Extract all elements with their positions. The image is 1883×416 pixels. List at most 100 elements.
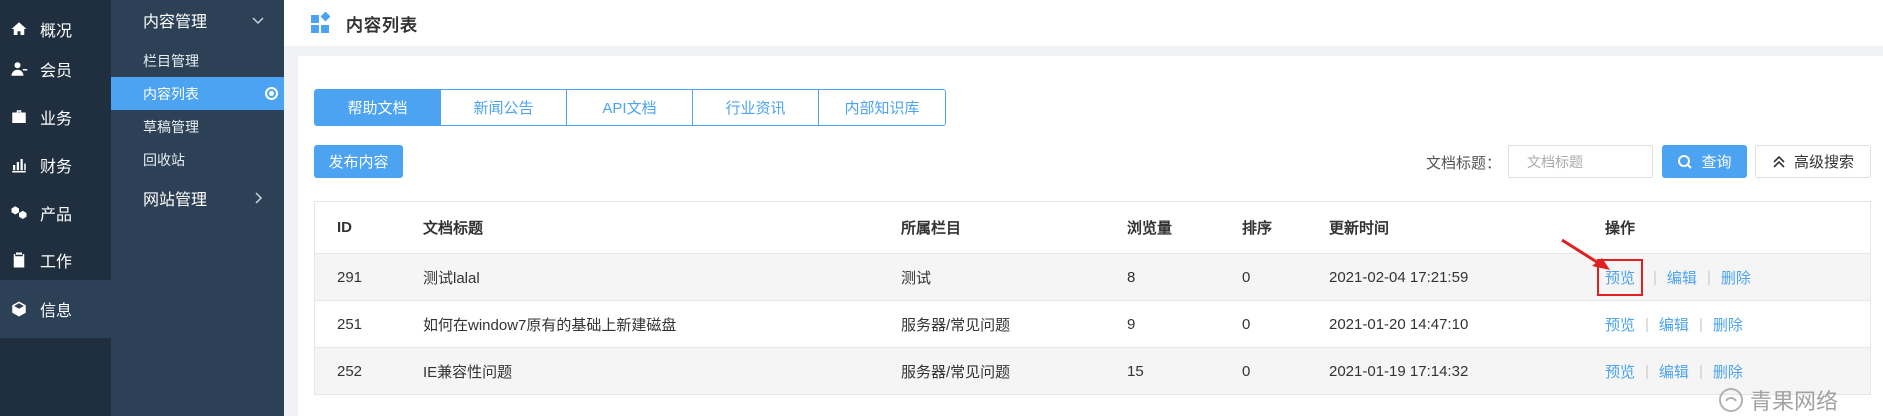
- main-nav-info[interactable]: 信息: [0, 280, 111, 338]
- op-separator: |: [1698, 315, 1703, 333]
- tab-industry-news[interactable]: 行业资讯: [693, 90, 819, 125]
- watermark: 青果网络: [1718, 384, 1838, 416]
- cell-views: 8: [1127, 268, 1136, 286]
- edit-link[interactable]: 编辑: [1659, 361, 1689, 382]
- main-nav-label: 概况: [40, 23, 73, 40]
- cell-title: IE兼容性问题: [423, 363, 513, 381]
- advanced-search-label: 高级搜索: [1793, 154, 1854, 171]
- finance-chart-icon: [12, 159, 26, 173]
- column-header-updated: 更新时间: [1329, 220, 1390, 237]
- cell-updated: 2021-02-04 17:21:59: [1329, 268, 1469, 286]
- home-icon: [11, 22, 27, 35]
- query-button[interactable]: 查询: [1662, 145, 1747, 178]
- column-header-sort: 排序: [1242, 220, 1273, 237]
- title-search-input[interactable]: [1508, 145, 1653, 178]
- sub-nav-item-label: 草稿管理: [143, 118, 199, 135]
- delete-link[interactable]: 删除: [1721, 267, 1751, 288]
- cell-id: 291: [337, 268, 363, 286]
- double-chevron-up-icon: [1773, 155, 1785, 168]
- main-nav-label: 工作: [40, 254, 73, 271]
- cell-category: 测试: [901, 269, 932, 287]
- op-separator: |: [1645, 315, 1649, 333]
- watermark-text: 青果网络: [1750, 389, 1839, 414]
- content-card: 帮助文档 新闻公告 API文档 行业资讯 内部知识库 发布内容 文档标题： 查询…: [298, 56, 1883, 416]
- sub-nav-item-content-list[interactable]: 内容列表: [111, 77, 284, 110]
- sub-nav-item-label: 栏目管理: [143, 52, 199, 69]
- box-icon: [12, 301, 26, 317]
- tab-internal-kb[interactable]: 内部知识库: [819, 90, 945, 125]
- chevron-down-icon: [252, 17, 264, 25]
- chevron-right-icon: [255, 192, 263, 204]
- sub-nav-item-columns[interactable]: 栏目管理: [111, 44, 284, 77]
- query-button-label: 查询: [1701, 154, 1732, 171]
- sub-sidebar: 内容管理 栏目管理 内容列表 草稿管理 回收站 网站管理: [111, 0, 284, 416]
- cell-sort: 0: [1242, 268, 1251, 286]
- clipboard-icon: [13, 252, 25, 268]
- cell-title: 测试lalal: [423, 269, 480, 287]
- category-tabs: 帮助文档 新闻公告 API文档 行业资讯 内部知识库: [314, 89, 946, 126]
- edit-link[interactable]: 编辑: [1659, 314, 1689, 335]
- publish-button[interactable]: 发布内容: [314, 145, 403, 178]
- table-row: 291 测试lalal 测试 8 0 2021-02-04 17:21:59 预…: [315, 254, 1870, 301]
- sub-nav-group-site[interactable]: 网站管理: [111, 178, 284, 218]
- cell-views: 15: [1127, 362, 1144, 380]
- annotation-arrow-icon: [1561, 238, 1610, 270]
- radio-dot-icon: [265, 87, 278, 100]
- main-nav-label: 会员: [40, 63, 73, 80]
- advanced-search-button[interactable]: 高级搜索: [1755, 145, 1871, 178]
- delete-link[interactable]: 删除: [1713, 314, 1743, 335]
- sub-nav-group-label: 网站管理: [143, 192, 208, 209]
- delete-link[interactable]: 删除: [1713, 361, 1743, 382]
- tab-api-docs[interactable]: API文档: [567, 90, 693, 125]
- column-header-id: ID: [337, 219, 352, 236]
- product-cubes-icon: [11, 206, 27, 219]
- tab-help-docs[interactable]: 帮助文档: [315, 90, 441, 125]
- column-header-title: 文档标题: [423, 220, 484, 237]
- cell-sort: 0: [1242, 362, 1251, 380]
- sub-nav-item-label: 内容列表: [143, 85, 199, 102]
- tab-news[interactable]: 新闻公告: [441, 90, 567, 125]
- edit-link[interactable]: 编辑: [1667, 267, 1697, 288]
- op-separator: |: [1698, 362, 1703, 380]
- main-nav-label: 产品: [40, 207, 73, 224]
- main-sidebar: 概况 会员 业务 财务 产品 工作 信息: [0, 0, 111, 416]
- watermark-logo-icon: [1719, 388, 1743, 412]
- content-table: ID 文档标题 所属栏目 浏览量 排序 更新时间 操作 291 测试lalal …: [314, 201, 1871, 395]
- sub-nav-item-label: 回收站: [143, 151, 185, 168]
- cell-id: 252: [337, 362, 363, 380]
- cell-updated: 2021-01-19 17:14:32: [1329, 362, 1469, 380]
- column-header-views: 浏览量: [1127, 220, 1173, 237]
- preview-link[interactable]: 预览: [1605, 361, 1635, 382]
- user-icon: [11, 62, 28, 76]
- op-separator: |: [1645, 362, 1649, 380]
- op-separator: |: [1706, 268, 1711, 286]
- table-header-row: ID 文档标题 所属栏目 浏览量 排序 更新时间 操作: [315, 202, 1870, 254]
- search-label: 文档标题：: [1426, 155, 1502, 172]
- op-separator: |: [1653, 268, 1657, 286]
- cell-category: 服务器/常见问题: [901, 316, 1011, 334]
- search-icon: [1678, 154, 1693, 169]
- cell-sort: 0: [1242, 315, 1251, 333]
- main-nav-label: 业务: [40, 111, 73, 128]
- sub-nav-group-content[interactable]: 内容管理: [111, 0, 284, 40]
- cell-title: 如何在window7原有的基础上新建磁盘: [423, 316, 677, 334]
- cell-id: 251: [337, 315, 363, 333]
- main-nav-label: 信息: [40, 303, 73, 320]
- briefcase-icon: [12, 110, 26, 123]
- sub-nav-item-drafts[interactable]: 草稿管理: [111, 110, 284, 143]
- cell-ops: 预览 | 编辑 | 删除: [1605, 301, 1743, 347]
- column-header-category: 所属栏目: [901, 220, 962, 237]
- table-row: 251 如何在window7原有的基础上新建磁盘 服务器/常见问题 9 0 20…: [315, 301, 1870, 348]
- grid-apps-icon: [311, 12, 331, 33]
- main-nav-label: 财务: [40, 159, 73, 176]
- table-row: 252 IE兼容性问题 服务器/常见问题 15 0 2021-01-19 17:…: [315, 348, 1870, 395]
- sub-nav-group-label: 内容管理: [143, 14, 208, 31]
- page-header: 内容列表: [284, 0, 1883, 46]
- cell-updated: 2021-01-20 14:47:10: [1329, 315, 1469, 333]
- cell-ops: 预览 | 编辑 | 删除: [1597, 254, 1751, 300]
- cell-category: 服务器/常见问题: [901, 363, 1011, 381]
- cell-views: 9: [1127, 315, 1136, 333]
- preview-link[interactable]: 预览: [1605, 314, 1635, 335]
- page-title: 内容列表: [346, 15, 418, 35]
- sub-nav-item-recycle-bin[interactable]: 回收站: [111, 143, 284, 176]
